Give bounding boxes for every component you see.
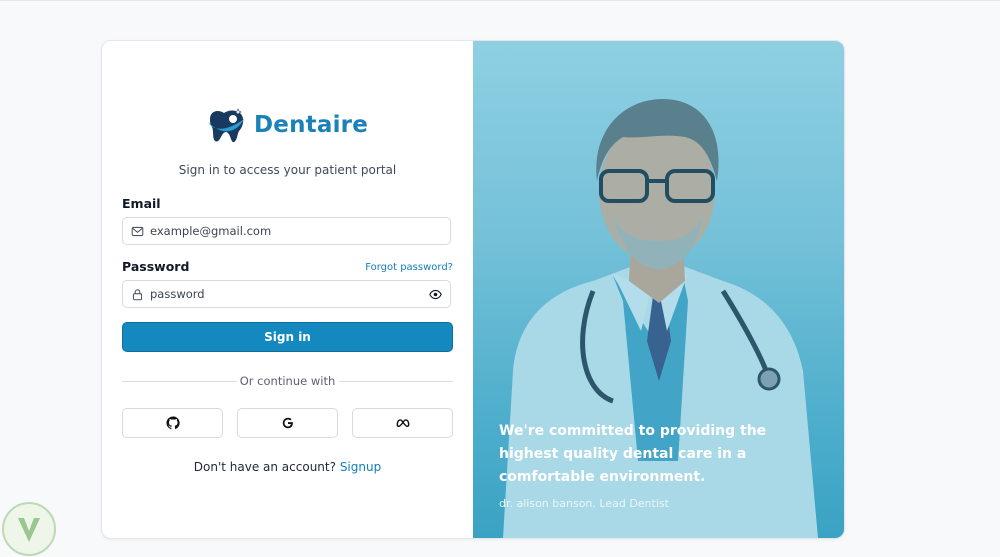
watermark-logo-icon <box>2 502 56 556</box>
google-icon <box>282 417 293 429</box>
eye-icon[interactable] <box>429 288 442 301</box>
email-field[interactable]: example@gmail.com <box>122 217 451 245</box>
password-field[interactable]: password <box>122 280 451 308</box>
signup-link[interactable]: Signup <box>340 460 381 474</box>
mail-icon <box>131 226 144 236</box>
login-panel: Dentaire Sign in to access your patient … <box>102 41 473 538</box>
github-icon <box>165 416 180 430</box>
divider-right <box>339 381 453 382</box>
email-label: Email <box>122 196 161 211</box>
signup-prompt: Don't have an account? <box>193 460 336 474</box>
github-login-button[interactable] <box>122 408 223 438</box>
email-placeholder: example@gmail.com <box>150 224 272 238</box>
hero-author: dr. alison banson, Lead Dentist <box>499 497 669 510</box>
login-subtitle: Sign in to access your patient portal <box>178 163 397 177</box>
forgot-password-link[interactable]: Forgot password? <box>365 262 453 273</box>
hero-quote: We're committed to providing the highest… <box>499 423 767 485</box>
login-card: Dentaire Sign in to access your patient … <box>101 40 845 539</box>
signup-row: Don't have an account? Signup <box>102 460 473 474</box>
tooth-logo-icon <box>208 108 244 143</box>
google-login-button[interactable] <box>237 408 338 438</box>
brand-name: Dentaire <box>254 112 369 138</box>
top-border <box>0 0 1000 1</box>
brand-logo[interactable]: Dentaire <box>204 105 368 145</box>
meta-login-button[interactable] <box>352 408 453 438</box>
password-placeholder: password <box>150 287 205 301</box>
lock-icon <box>132 288 143 300</box>
password-label: Password <box>122 259 190 274</box>
hero-panel: We're committed to providing the highest… <box>473 41 844 538</box>
meta-icon <box>396 419 409 428</box>
sign-in-button[interactable]: Sign in <box>122 322 453 352</box>
